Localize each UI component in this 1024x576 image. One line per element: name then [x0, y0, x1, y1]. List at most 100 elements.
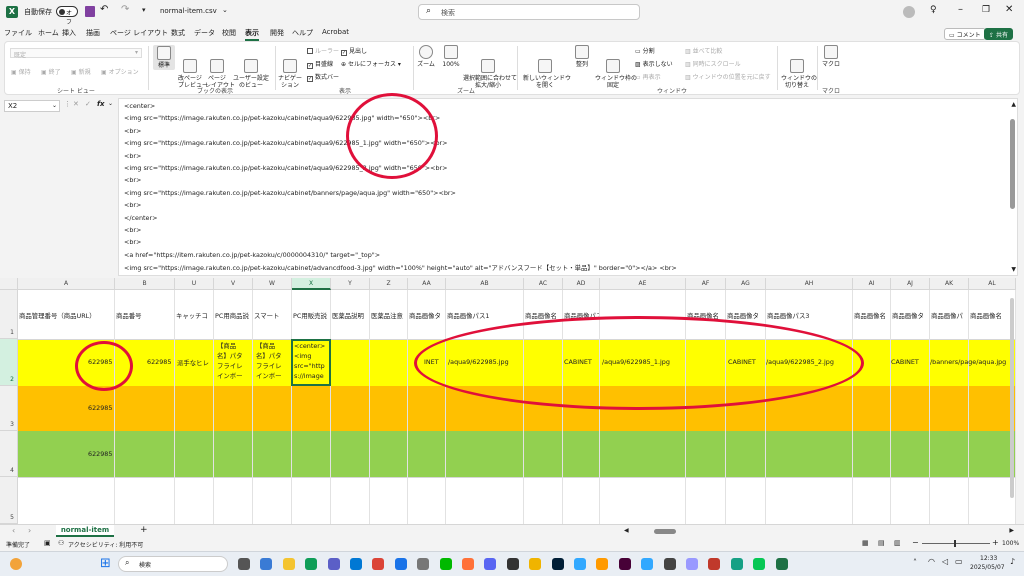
sheetview-exit[interactable]: ▣ 終了 — [41, 67, 61, 76]
app-icon[interactable] — [506, 558, 519, 570]
prev-sheet-icon[interactable]: ‹ — [12, 526, 15, 535]
dreamweaver-icon[interactable] — [618, 558, 631, 570]
close-icon[interactable]: ✕ — [1005, 4, 1013, 15]
premiere-icon[interactable] — [686, 558, 698, 570]
hide-button[interactable]: ▨ 表示しない — [635, 59, 673, 68]
sync-scroll-button[interactable]: ▥ 同時にスクロール — [685, 59, 741, 68]
page-layout-status-icon[interactable]: ▤ — [878, 539, 885, 547]
tab-1[interactable]: ホーム — [38, 28, 59, 38]
zoom-button[interactable]: ズーム — [415, 45, 437, 68]
zoom-out-icon[interactable]: − — [912, 538, 919, 547]
row-header-2[interactable]: 2 — [0, 339, 18, 386]
tab-10[interactable]: ヘルプ — [292, 28, 313, 38]
sheetview-dropdown[interactable]: 既定 ▾ — [10, 48, 142, 59]
freeze-panes-button[interactable]: ウィンドウ枠の 固定 — [595, 45, 637, 96]
formulabar-checkbox[interactable]: ✓ 数式バー — [307, 72, 339, 82]
column-header-u[interactable]: U — [175, 278, 214, 290]
cell-a3[interactable]: 622985 — [88, 404, 112, 412]
cell-x2-selected[interactable]: <center> <img src="http s://image — [291, 339, 331, 386]
scroll-up-icon[interactable]: ▲ — [1011, 101, 1016, 108]
zoom-100-button[interactable]: 100% — [441, 45, 461, 68]
confirm-icon[interactable]: ✓ — [85, 100, 91, 108]
scroll-down-icon[interactable]: ▼ — [1011, 266, 1016, 273]
switch-window-button[interactable]: ウィンドウの 切り替え — [781, 45, 817, 96]
illustrator-icon[interactable] — [596, 558, 609, 570]
task-view-icon[interactable] — [238, 558, 250, 570]
side-by-side-button[interactable]: ▥ 並べて比較 — [685, 46, 722, 55]
column-header-a[interactable]: A — [18, 278, 115, 290]
worksheet-grid[interactable]: A B U V W X Y Z AA AB AC AD AE AF AG AH AI AJ AK AL 12345 商… — [0, 278, 1016, 524]
column-header-aj[interactable]: AJ — [891, 278, 930, 290]
sheetview-options[interactable]: ▣ オプション — [101, 67, 139, 76]
header-cell-ab1[interactable]: 商品画像パス1 — [447, 311, 523, 320]
navigation-button[interactable]: ナビゲー ション — [277, 45, 303, 96]
lightbulb-icon[interactable]: ♀ — [930, 5, 937, 15]
autosave-toggle[interactable]: オフ — [56, 6, 78, 26]
header-cell-w1[interactable]: スマート — [254, 311, 291, 320]
macro-button[interactable]: マクロ — [819, 45, 843, 68]
cell-a4[interactable]: 622985 — [88, 450, 112, 458]
column-header-z[interactable]: Z — [370, 278, 408, 290]
ruler-checkbox[interactable]: ルーラー — [307, 46, 339, 55]
widgets-icon[interactable] — [260, 558, 273, 570]
formula-scrollbar[interactable] — [1010, 119, 1015, 209]
column-header-aa[interactable]: AA — [408, 278, 446, 290]
scroll-right-icon[interactable]: ▶ — [1009, 527, 1014, 534]
lightroom-icon[interactable] — [574, 558, 586, 570]
account-avatar[interactable] — [903, 6, 915, 18]
gridlines-checkbox[interactable]: ✓ 目盛線 — [307, 59, 333, 69]
row-header-3[interactable]: 3 — [0, 386, 18, 431]
column-header-w[interactable]: W — [253, 278, 292, 290]
mail-icon[interactable] — [350, 558, 362, 570]
column-header-v[interactable]: V — [214, 278, 253, 290]
row-header-5[interactable]: 5 — [0, 477, 18, 524]
header-cell-al1[interactable]: 商品画像名 — [970, 311, 1015, 320]
tab-0[interactable]: ファイル — [4, 28, 32, 38]
add-sheet-button[interactable]: + — [140, 525, 148, 535]
headings-checkbox[interactable]: ✓ 見出し — [341, 46, 367, 56]
cell-w2[interactable]: 【商品 名】パタ フライレ インボー — [256, 341, 292, 381]
edge-icon[interactable] — [305, 558, 318, 570]
split-button[interactable]: ▭ 分割 — [635, 46, 655, 55]
zoom-slider-thumb[interactable] — [954, 540, 956, 547]
normal-view-status-icon[interactable]: ▦ — [862, 539, 869, 547]
new-window-button[interactable]: 新しいウィンドウ を開く — [523, 45, 571, 96]
zoom-level[interactable]: 100% — [1002, 540, 1019, 547]
filename-dropdown-icon[interactable]: ⌄ — [222, 6, 228, 14]
status-accessibility[interactable]: アクセシビリティ: 利用不可 — [68, 540, 143, 549]
focus-cell-button[interactable]: ⊕ セルにフォーカス ▾ — [341, 59, 401, 68]
row-header-1[interactable]: 1 — [0, 290, 18, 339]
header-cell-aj1[interactable]: 商品画像タ — [892, 311, 929, 320]
column-header-al[interactable]: AL — [969, 278, 1016, 290]
header-cell-ak1[interactable]: 商品画像パ — [931, 311, 968, 320]
file-explorer-icon[interactable] — [282, 558, 295, 570]
line-chat-icon[interactable] — [753, 558, 766, 570]
name-box[interactable]: X2 ⌄ — [4, 100, 60, 112]
restore-icon[interactable]: ❐ — [982, 5, 990, 15]
cell-u2[interactable]: 派手なヒレ — [177, 358, 213, 367]
view-custom-button[interactable]: ユーザー設定 のビュー — [231, 45, 271, 96]
formula-bar[interactable]: <center> <img src="https://image.rakuten.… — [118, 98, 1018, 276]
column-header-ak[interactable]: AK — [930, 278, 969, 290]
horizontal-scrollbar[interactable]: ◀ ▶ — [624, 527, 1014, 535]
column-header-y[interactable]: Y — [331, 278, 370, 290]
header-cell-aa1[interactable]: 商品画像タ — [409, 311, 445, 320]
clock-time[interactable]: 12:33 — [980, 555, 997, 562]
redo-icon[interactable]: ↷ — [121, 4, 129, 15]
cancel-icon[interactable]: ✕ — [73, 100, 79, 108]
select-all-corner[interactable] — [0, 278, 18, 290]
quick-access-dropdown-icon[interactable]: ▾ — [142, 6, 146, 14]
tab-3[interactable]: 描画 — [86, 28, 100, 38]
teams-icon[interactable] — [327, 558, 340, 570]
header-cell-z1[interactable]: 医薬品注意 — [371, 311, 407, 320]
tab-11[interactable]: Acrobat — [322, 28, 349, 36]
header-cell-u1[interactable]: キャッチコ — [176, 311, 213, 320]
tab-8[interactable]: 表示 — [245, 28, 259, 41]
photos-icon[interactable] — [394, 558, 407, 570]
tray-chevron-icon[interactable]: ˄ — [913, 558, 917, 567]
cell-ai2[interactable]: CABINET — [891, 358, 919, 366]
column-header-ah[interactable]: AH — [766, 278, 853, 290]
tab-6[interactable]: データ — [194, 28, 215, 38]
lightroom-classic-icon[interactable] — [551, 558, 564, 570]
page-break-status-icon[interactable]: ▥ — [894, 539, 901, 547]
